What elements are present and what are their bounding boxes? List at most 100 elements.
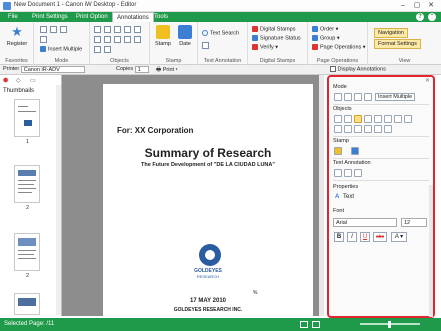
help-icon[interactable]: ?: [416, 13, 424, 21]
select-tool-icon[interactable]: [334, 93, 342, 101]
thumbnail-number: 2: [25, 205, 30, 211]
note-icon[interactable]: [104, 46, 111, 53]
image-icon[interactable]: [134, 36, 141, 43]
maximize-button[interactable]: ▢: [410, 1, 424, 10]
link-icon[interactable]: [94, 46, 101, 53]
tab-print-settings[interactable]: Print Settings: [28, 12, 72, 22]
document-scrollbar[interactable]: [319, 75, 324, 316]
image-object-icon[interactable]: [384, 125, 392, 133]
text-search-button[interactable]: Text Search: [202, 30, 239, 36]
ribbon-tabs: File Print Settings Print Option Annotat…: [0, 12, 441, 22]
display-annotations-checkbox[interactable]: [330, 66, 336, 72]
pen-object-icon[interactable]: [334, 125, 342, 133]
register-label: Register: [6, 41, 28, 47]
thumbnail-page-4[interactable]: [14, 293, 40, 315]
single-page-view-icon[interactable]: [300, 321, 308, 328]
print-button[interactable]: 🖶 Print ▾: [156, 66, 178, 75]
tab-tools[interactable]: Tools: [150, 12, 172, 22]
hand-tool-icon[interactable]: [344, 93, 352, 101]
font-name-select[interactable]: Arial: [333, 218, 397, 227]
highlighter-icon[interactable]: [104, 26, 111, 33]
select-mode-icon[interactable]: [40, 26, 47, 33]
underline-button[interactable]: U: [360, 232, 370, 242]
fill-object-icon[interactable]: [354, 125, 362, 133]
date-tool-icon[interactable]: [351, 147, 359, 155]
annotation-list-icon[interactable]: ◇: [16, 77, 21, 84]
italic-button[interactable]: I: [347, 232, 357, 242]
edit-mode-icon[interactable]: [40, 36, 47, 43]
star-icon: ★: [11, 24, 23, 39]
stamp-tool-icon[interactable]: [334, 147, 342, 155]
highlight-object-icon[interactable]: [364, 115, 372, 123]
properties-section-label: Properties: [333, 184, 359, 190]
tab-file[interactable]: File: [4, 12, 22, 22]
verify-button[interactable]: Verify ▾: [252, 44, 278, 50]
signature-status-button[interactable]: Signature Status: [252, 35, 301, 41]
rectangle-icon[interactable]: [124, 26, 131, 33]
continuous-view-icon[interactable]: [312, 321, 320, 328]
polygon-icon[interactable]: [114, 36, 121, 43]
thumbnails-scrollbar[interactable]: [56, 85, 61, 315]
thumbnail-page-2[interactable]: [14, 165, 40, 203]
strike-annotation-tool-icon[interactable]: [344, 169, 352, 177]
thumb-image: [18, 298, 36, 306]
filled-rect-object-icon[interactable]: [364, 125, 372, 133]
filled-ellipse-object-icon[interactable]: [374, 125, 382, 133]
close-button[interactable]: ✕: [424, 1, 438, 10]
minimize-button[interactable]: –: [396, 1, 410, 10]
arrow-icon[interactable]: [104, 36, 111, 43]
polygon-object-icon[interactable]: [404, 115, 412, 123]
page-operations-button[interactable]: Page Operations ▾: [312, 44, 366, 50]
copies-input[interactable]: 1: [134, 66, 149, 73]
zoom-tool-icon[interactable]: [354, 93, 362, 101]
insert-multiple-button[interactable]: Insert Multiple: [40, 46, 82, 52]
display-annotations-toggle[interactable]: Display Annotations: [330, 66, 386, 72]
text-object-icon[interactable]: [94, 26, 101, 33]
digital-stamps-button[interactable]: Digital Stamps: [252, 26, 295, 32]
font-size-select[interactable]: 12: [401, 218, 427, 227]
text-select-icon[interactable]: [344, 115, 352, 123]
thumbnail-page-3[interactable]: [14, 233, 40, 271]
mode-group: Insert Multiple Mode: [34, 22, 90, 65]
group-button[interactable]: Group ▾: [312, 35, 340, 41]
underline-annotation-tool-icon[interactable]: [354, 169, 362, 177]
printer-select[interactable]: Canon iR-ADV: [20, 66, 85, 73]
tab-annotations[interactable]: Annotations: [112, 12, 154, 22]
panel-insert-multiple-button[interactable]: Insert Multiple: [375, 93, 416, 101]
ellipse-icon[interactable]: [134, 26, 141, 33]
close-panel-icon[interactable]: ✕: [425, 77, 430, 84]
zoom-mode-icon[interactable]: [60, 26, 67, 33]
navigation-button[interactable]: Navigation: [374, 28, 408, 38]
pen-icon[interactable]: [94, 36, 101, 43]
bookmark-icon[interactable]: ⬢: [3, 77, 8, 84]
thumbnail-page-1[interactable]: [14, 99, 40, 137]
text-object-icon[interactable]: [354, 115, 362, 123]
filled-rect-icon[interactable]: [124, 36, 131, 43]
hand-mode-icon[interactable]: [50, 26, 57, 33]
panel-scrollbar[interactable]: [429, 185, 433, 317]
options-icon[interactable]: ⌃: [428, 13, 436, 21]
strikethrough-button[interactable]: abc: [373, 232, 387, 242]
select-object-icon[interactable]: [334, 115, 342, 123]
stamp-button[interactable]: Stamp: [152, 25, 174, 47]
line-object-icon[interactable]: [374, 115, 382, 123]
tab-print-option[interactable]: Print Option: [72, 12, 112, 22]
format-settings-button[interactable]: Format Settings: [374, 39, 421, 49]
bold-button[interactable]: B: [334, 232, 344, 242]
rect-object-icon[interactable]: [384, 115, 392, 123]
zoom-slider-handle[interactable]: [388, 321, 391, 328]
printer-label: Printer: [3, 66, 20, 72]
text-annotation-tool-icon[interactable]: [334, 169, 342, 177]
document-page[interactable]: For: XX Corporation Summary of Research …: [103, 84, 313, 316]
font-color-button[interactable]: A ▾: [391, 232, 407, 242]
date-button[interactable]: Date: [174, 25, 196, 47]
line-icon[interactable]: [114, 26, 121, 33]
edit-tool-icon[interactable]: [364, 93, 372, 101]
register-button[interactable]: ★ Register: [4, 24, 30, 48]
order-button[interactable]: Order ▾: [312, 26, 338, 32]
text-annotation-icon[interactable]: [202, 42, 209, 49]
arrow-object-icon[interactable]: [344, 125, 352, 133]
page-list-icon[interactable]: ▭: [30, 77, 36, 84]
ellipse-object-icon[interactable]: [394, 115, 402, 123]
divider: [333, 104, 429, 105]
